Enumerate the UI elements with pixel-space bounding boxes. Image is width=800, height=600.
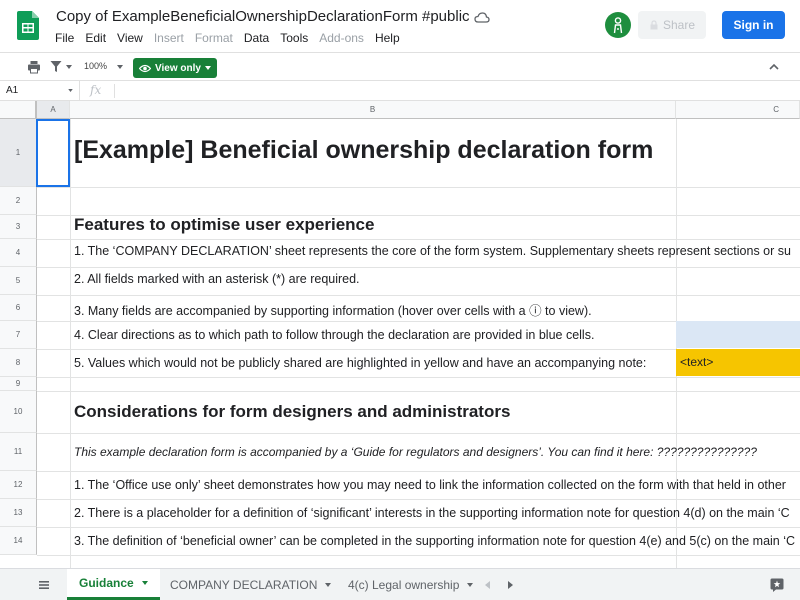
toolbar: 100% View only	[0, 52, 800, 81]
tab-guidance[interactable]: Guidance	[67, 569, 160, 600]
row-header-7[interactable]: 7	[0, 321, 37, 349]
section-heading-features: Features to optimise user experience	[74, 215, 375, 234]
explore-icon[interactable]	[770, 578, 784, 592]
cell-reference: A1	[6, 85, 19, 96]
feature-item-5: 5. Values which would not be publicly sh…	[74, 356, 647, 370]
menu-file[interactable]: File	[55, 31, 74, 45]
section-heading-considerations: Considerations for form designers and ad…	[74, 402, 511, 421]
row-header-13[interactable]: 13	[0, 499, 37, 527]
sheets-logo-icon[interactable]	[17, 11, 39, 40]
row-header-11[interactable]: 11	[0, 433, 37, 471]
row-divider	[37, 527, 800, 528]
scroll-tabs-left-icon[interactable]	[482, 579, 494, 591]
row-divider	[37, 499, 800, 500]
row-divider	[37, 187, 800, 188]
row-header-8[interactable]: 8	[0, 349, 37, 377]
menu-tools[interactable]: Tools	[280, 31, 308, 45]
eye-icon	[139, 64, 151, 72]
share-button[interactable]: Share	[638, 11, 706, 39]
tab-legal-ownership[interactable]: 4(c) Legal ownership	[348, 569, 474, 600]
spreadsheet-grid[interactable]: A B C 1 2 3 4 5 6 7 8 9 10 11 12 13 14 <…	[0, 101, 800, 568]
menu-insert[interactable]: Insert	[154, 31, 184, 45]
view-only-button[interactable]: View only	[133, 58, 217, 78]
row-header-12[interactable]: 12	[0, 471, 37, 499]
consideration-item-1: 1. The ‘Office use only’ sheet demonstra…	[74, 478, 786, 492]
zoom-level[interactable]: 100%	[84, 61, 107, 71]
row-header-4[interactable]: 4	[0, 239, 37, 267]
share-label: Share	[662, 18, 696, 32]
user-icon	[613, 17, 623, 34]
row-header-2[interactable]: 2	[0, 187, 37, 215]
consideration-item-2: 2. There is a placeholder for a definiti…	[74, 506, 790, 520]
sheet-tabs-bar: Guidance COMPANY DECLARATION 4(c) Legal …	[0, 568, 800, 600]
row-divider	[37, 239, 800, 240]
row-header-3[interactable]: 3	[0, 215, 37, 239]
guide-note: This example declaration form is accompa…	[74, 445, 757, 459]
row-divider	[37, 391, 800, 392]
row-divider	[37, 433, 800, 434]
row-divider	[37, 295, 800, 296]
row-header-5[interactable]: 5	[0, 267, 37, 295]
view-only-label: View only	[155, 62, 201, 74]
menu-addons[interactable]: Add-ons	[319, 31, 364, 45]
spreadsheet-app: Copy of ExampleBeneficialOwnershipDeclar…	[0, 0, 800, 600]
selected-cell-a1[interactable]	[36, 119, 70, 187]
print-icon[interactable]	[27, 60, 41, 74]
select-all-corner[interactable]	[0, 101, 37, 119]
name-box[interactable]: A1	[0, 81, 80, 100]
menu-format[interactable]: Format	[195, 31, 233, 45]
app-header: Copy of ExampleBeneficialOwnershipDeclar…	[0, 0, 800, 52]
fx-icon: fx	[90, 83, 102, 97]
menu-bar: File Edit View Insert Format Data Tools …	[55, 31, 411, 45]
row-divider	[37, 377, 800, 378]
filter-icon[interactable]	[50, 60, 62, 73]
all-sheets-menu-icon[interactable]	[38, 579, 50, 591]
tab-company-declaration[interactable]: COMPANY DECLARATION	[170, 569, 332, 600]
account-avatar[interactable]	[605, 12, 631, 38]
tab-legal-ownership-label: 4(c) Legal ownership	[348, 577, 460, 592]
document-title[interactable]: Copy of ExampleBeneficialOwnershipDeclar…	[56, 8, 470, 25]
column-header-c[interactable]: C	[676, 101, 800, 119]
blue-direction-cell[interactable]	[676, 321, 800, 348]
row-divider	[37, 555, 800, 556]
name-box-dropdown-icon	[68, 89, 73, 92]
tab-dropdown-icon[interactable]	[141, 581, 148, 585]
filter-dropdown-icon[interactable]	[66, 65, 72, 69]
tab-dropdown-icon[interactable]	[325, 582, 332, 587]
menu-data[interactable]: Data	[244, 31, 269, 45]
menu-help[interactable]: Help	[375, 31, 400, 45]
row-header-10[interactable]: 10	[0, 391, 37, 433]
row-header-1[interactable]: 1	[0, 119, 37, 187]
row-header-14[interactable]: 14	[0, 527, 37, 555]
scroll-tabs-right-icon[interactable]	[504, 579, 516, 591]
feature-item-4: 4. Clear directions as to which path to …	[74, 328, 595, 342]
feature-item-3: 3. Many fields are accompanied by suppor…	[74, 304, 592, 318]
lock-icon	[650, 20, 658, 30]
tab-company-declaration-label: COMPANY DECLARATION	[170, 577, 318, 592]
sign-in-button[interactable]: Sign in	[722, 11, 785, 39]
cloud-status-icon[interactable]	[474, 10, 490, 26]
row-header-6[interactable]: 6	[0, 295, 37, 321]
collapse-menus-icon[interactable]	[768, 61, 780, 73]
row-header-9[interactable]: 9	[0, 377, 37, 391]
formula-divider	[114, 84, 115, 98]
feature-item-2: 2. All fields marked with an asterisk (*…	[74, 272, 360, 286]
tab-dropdown-icon[interactable]	[467, 582, 474, 587]
menu-view[interactable]: View	[117, 31, 143, 45]
menu-edit[interactable]: Edit	[85, 31, 106, 45]
feature-item-1: 1. The ‘COMPANY DECLARATION’ sheet repre…	[74, 244, 791, 258]
formula-input[interactable]	[120, 81, 800, 100]
yellow-private-cell[interactable]: <text>	[676, 349, 800, 376]
chevron-down-icon	[204, 66, 211, 70]
column-header-b[interactable]: B	[70, 101, 676, 119]
row-divider	[37, 267, 800, 268]
column-header-a[interactable]: A	[37, 101, 70, 119]
tab-guidance-label: Guidance	[79, 576, 134, 590]
form-title: [Example] Beneficial ownership declarati…	[74, 136, 654, 164]
zoom-dropdown-icon[interactable]	[117, 65, 123, 69]
consideration-item-3: 3. The definition of ‘beneficial owner’ …	[74, 534, 796, 548]
formula-bar: A1 fx	[0, 81, 800, 101]
row-divider	[37, 471, 800, 472]
